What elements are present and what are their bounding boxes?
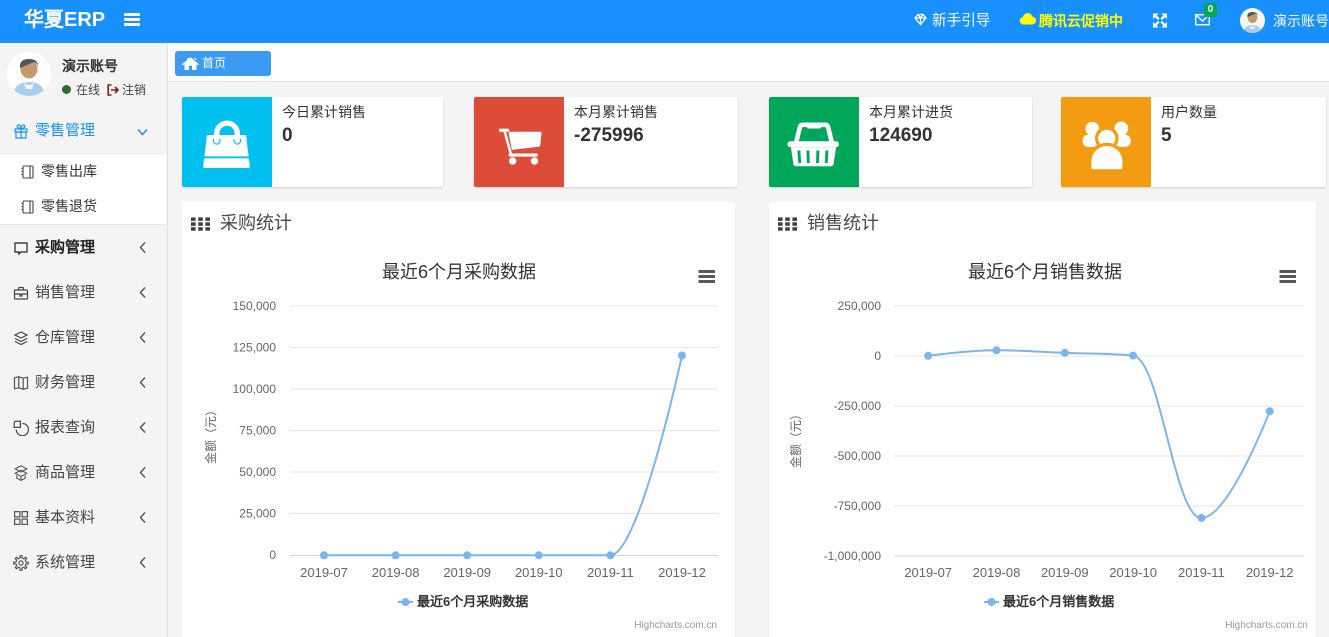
svg-text:50,000: 50,000	[239, 465, 276, 479]
svg-text:2019-07: 2019-07	[904, 565, 952, 580]
svg-text:2019-08: 2019-08	[372, 565, 420, 580]
svg-text:100,000: 100,000	[233, 382, 277, 396]
svg-text:-750,000: -750,000	[834, 499, 882, 513]
svg-text:2019-10: 2019-10	[1109, 565, 1157, 580]
svg-text:-1,000,000: -1,000,000	[824, 549, 882, 563]
svg-text:Highcharts.com.cn: Highcharts.com.cn	[1225, 620, 1308, 631]
svg-text:最近6个月销售数据: 最近6个月销售数据	[1003, 594, 1114, 609]
svg-text:2019-12: 2019-12	[658, 565, 706, 580]
svg-text:Highcharts.com.cn: Highcharts.com.cn	[634, 620, 717, 631]
svg-text:2019-08: 2019-08	[973, 565, 1021, 580]
svg-text:-250,000: -250,000	[834, 399, 882, 413]
svg-text:金额（元）: 金额（元）	[203, 404, 218, 464]
svg-text:最近6个月销售数据: 最近6个月销售数据	[968, 262, 1122, 282]
svg-text:2019-10: 2019-10	[515, 565, 563, 580]
svg-text:25,000: 25,000	[239, 507, 276, 521]
svg-text:最近6个月采购数据: 最近6个月采购数据	[417, 594, 528, 609]
svg-text:2019-09: 2019-09	[443, 565, 491, 580]
svg-text:75,000: 75,000	[239, 424, 276, 438]
svg-text:125,000: 125,000	[233, 341, 277, 355]
svg-text:250,000: 250,000	[838, 299, 882, 313]
svg-text:金额（元）: 金额（元）	[788, 408, 803, 468]
svg-text:-500,000: -500,000	[834, 449, 882, 463]
svg-text:0: 0	[874, 349, 881, 363]
svg-text:最近6个月采购数据: 最近6个月采购数据	[382, 262, 536, 282]
svg-text:150,000: 150,000	[233, 299, 277, 313]
svg-text:0: 0	[269, 548, 276, 562]
svg-text:2019-11: 2019-11	[587, 565, 634, 580]
svg-text:2019-12: 2019-12	[1246, 565, 1294, 580]
svg-text:2019-09: 2019-09	[1041, 565, 1089, 580]
svg-text:2019-07: 2019-07	[300, 565, 348, 580]
svg-text:2019-11: 2019-11	[1178, 565, 1225, 580]
